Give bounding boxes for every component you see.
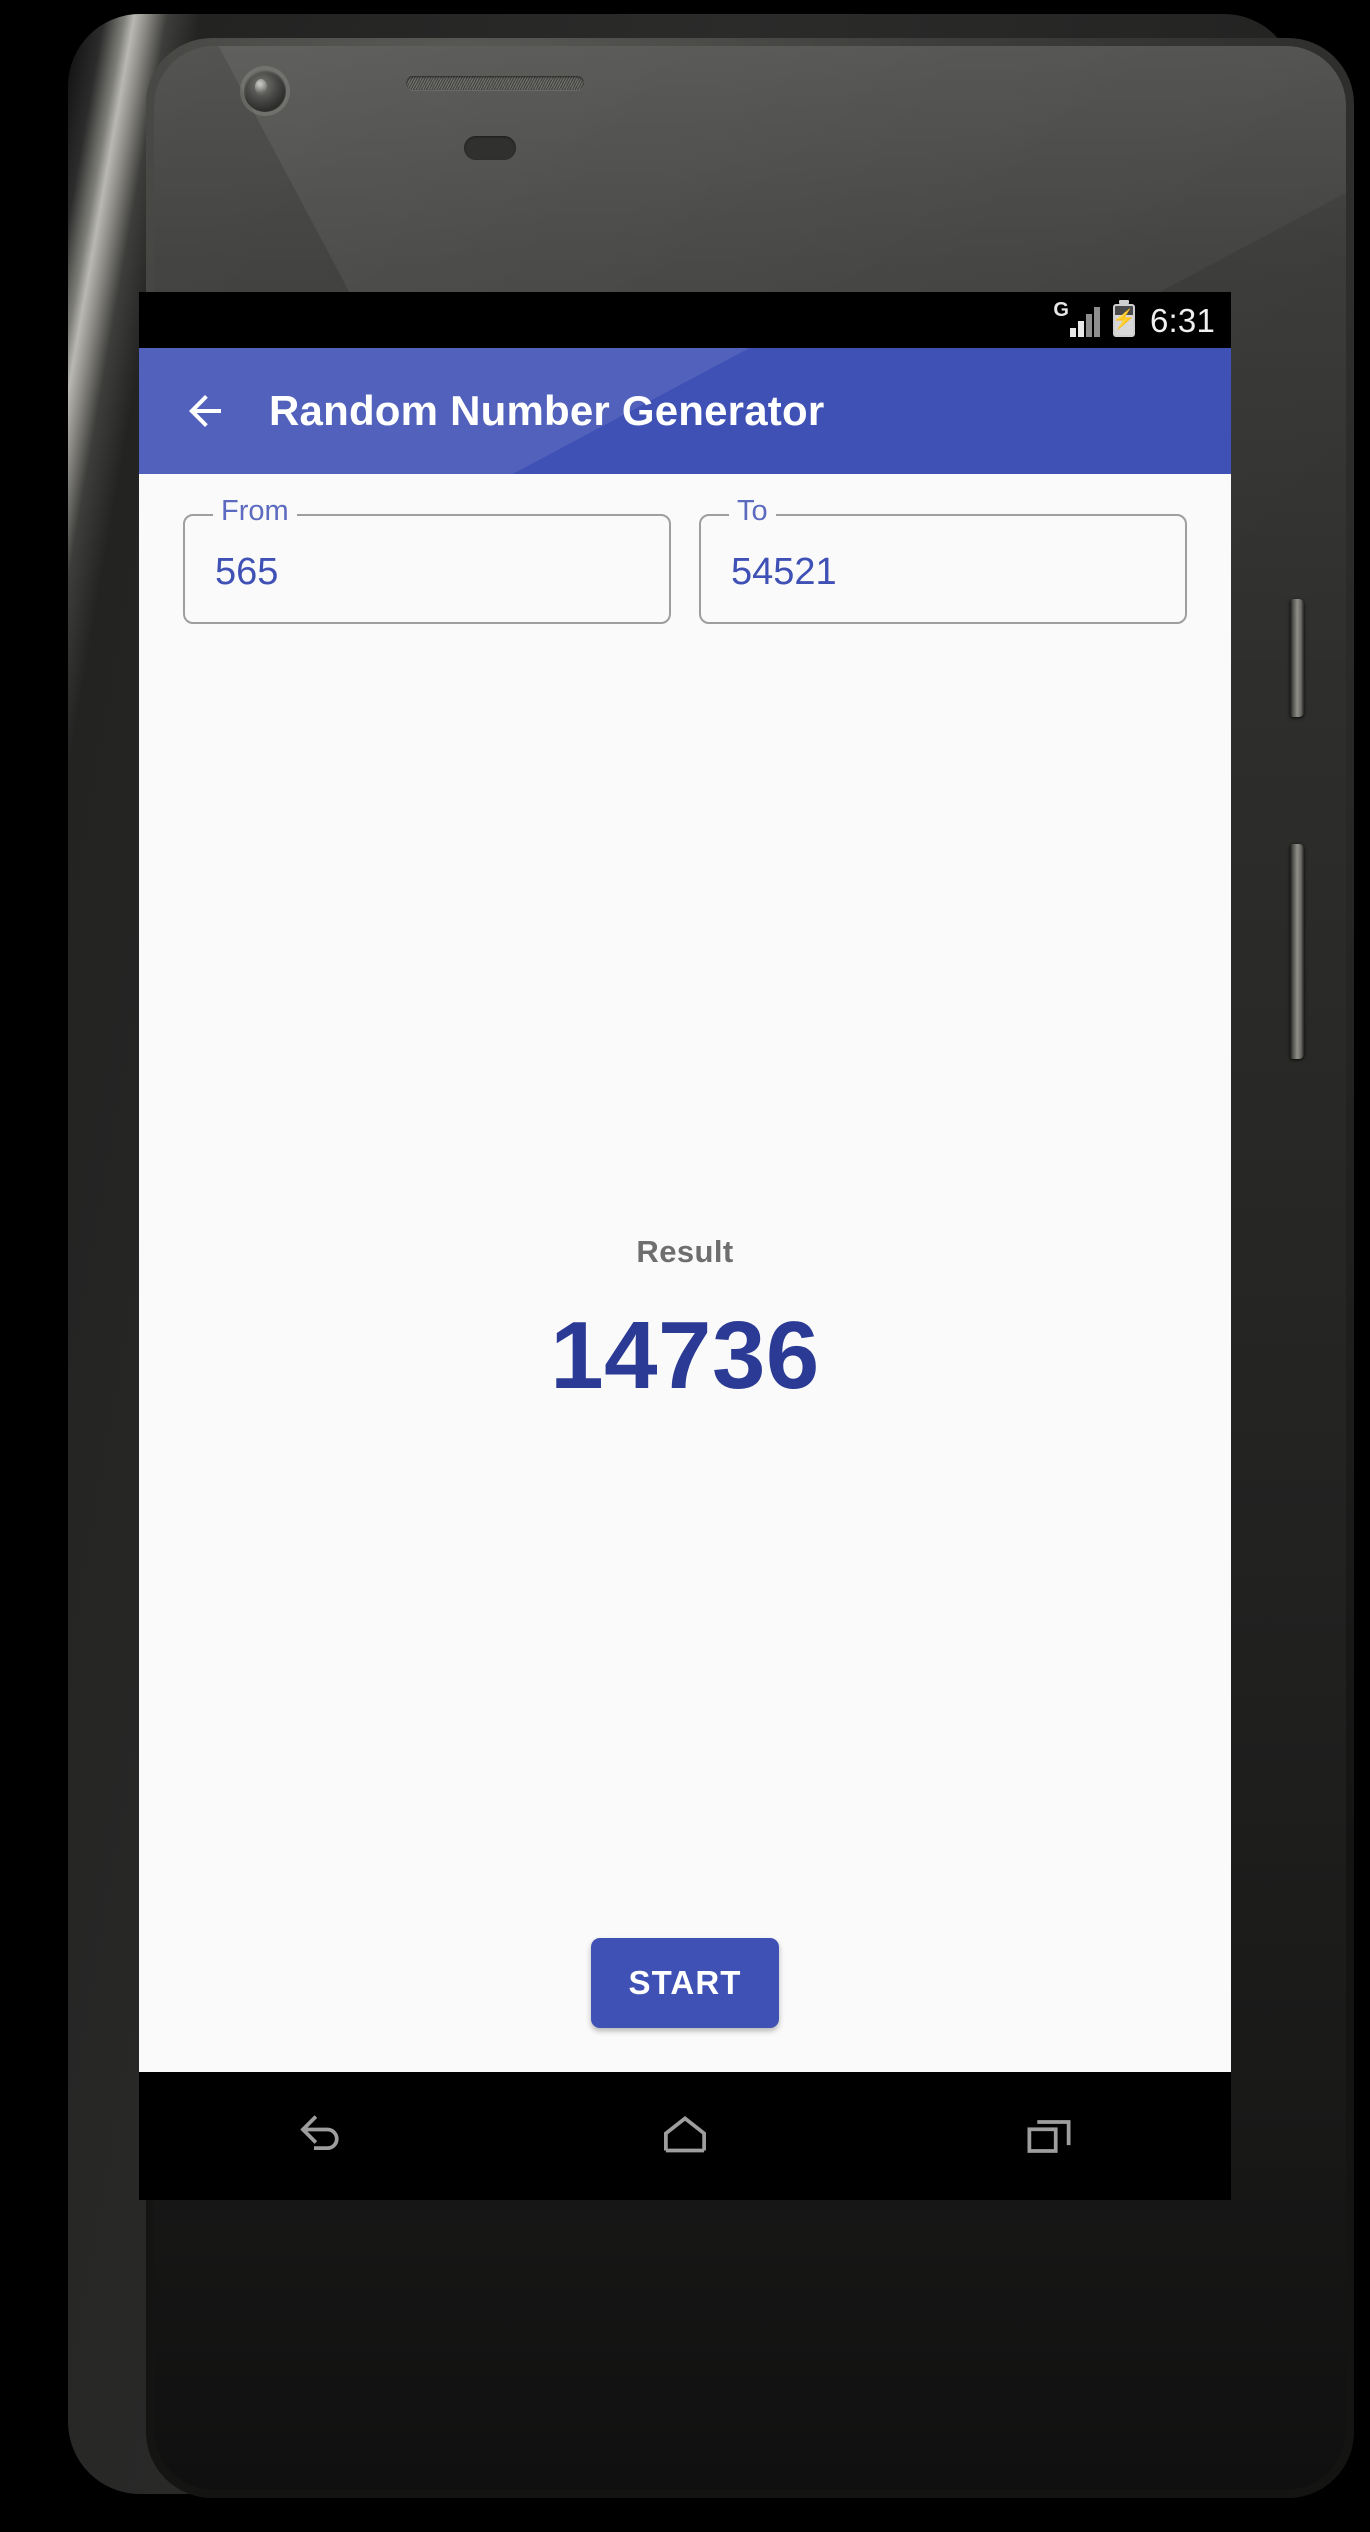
to-field-value[interactable]: 54521 <box>731 553 837 591</box>
network-type-indicator: G <box>1053 299 1100 337</box>
range-inputs-row: From 565 To 54521 <box>139 497 1231 624</box>
result-label: Result <box>636 1234 734 1269</box>
nav-home-icon[interactable] <box>610 2081 760 2191</box>
screenshot-root: G ⚡ 6:31 Random Number Generator From 56… <box>0 0 1370 2532</box>
battery-bolt-glyph: ⚡ <box>1112 309 1136 331</box>
start-button[interactable]: START <box>591 1938 779 2028</box>
from-field[interactable]: From 565 <box>183 497 671 624</box>
result-section: Result 14736 <box>139 1234 1231 1404</box>
start-button-container: START <box>139 1938 1231 2028</box>
back-arrow-icon[interactable] <box>169 375 241 447</box>
nav-recents-icon[interactable] <box>974 2081 1124 2191</box>
phone-screen: G ⚡ 6:31 Random Number Generator From 56… <box>139 292 1231 2200</box>
front-camera-icon <box>244 70 286 112</box>
earpiece-speaker-icon <box>406 76 584 90</box>
status-bar-clock: 6:31 <box>1149 301 1215 339</box>
signal-bars-icon <box>1069 307 1100 337</box>
from-field-value[interactable]: 565 <box>215 553 278 591</box>
to-field[interactable]: To 54521 <box>699 497 1187 624</box>
battery-charging-icon: ⚡ <box>1112 303 1136 337</box>
network-type-label: G <box>1053 299 1069 321</box>
android-navigation-bar <box>139 2072 1231 2200</box>
from-field-label: From <box>213 497 297 526</box>
power-button[interactable] <box>1290 599 1304 717</box>
proximity-sensor-icon <box>464 136 516 160</box>
page-title: Random Number Generator <box>269 387 825 434</box>
result-value: 14736 <box>550 1302 820 1409</box>
status-bar: G ⚡ 6:31 <box>139 292 1231 348</box>
nav-back-icon[interactable] <box>246 2081 396 2191</box>
app-bar: Random Number Generator <box>139 348 1231 474</box>
to-field-label: To <box>729 497 776 526</box>
volume-rocker-button[interactable] <box>1290 844 1304 1059</box>
app-content: From 565 To 54521 Result 14736 START <box>139 474 1231 2072</box>
